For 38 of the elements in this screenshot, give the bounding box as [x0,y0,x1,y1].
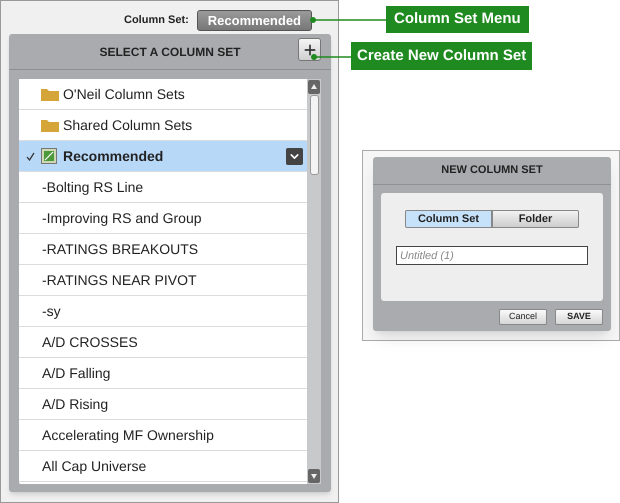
scrollbar[interactable] [307,79,321,484]
item-label: A/D CROSSES [42,332,138,352]
item-label: A/D Rising [42,394,108,414]
folder-icon [41,118,59,132]
item-label: -Improving RS and Group [42,208,202,228]
column-set-item[interactable]: Recommended [19,141,307,172]
scroll-up-icon[interactable] [308,80,320,94]
type-toggle-tab[interactable]: Column Set [405,210,492,228]
column-set-menu-button[interactable]: Recommended [196,10,312,31]
item-label: A/D Falling [42,364,110,383]
name-input-field[interactable]: Untitled (1) [396,246,588,265]
check-icon [26,152,34,160]
scroll-down-icon[interactable] [308,469,320,483]
item-label: -sy [42,302,61,321]
dropdown-title: SELECT A COLUMN SET [99,44,241,60]
item-label: -RATINGS NEAR PIVOT [42,270,197,290]
dialog-button[interactable]: SAVE [555,309,603,325]
item-label: Accelerating MF Ownership [42,426,214,445]
dialog-title: NEW COLUMN SET [441,163,543,178]
folder-icon [41,87,59,101]
dialog-button[interactable]: Cancel [499,309,547,325]
column-set-label: Column Set: [124,13,189,28]
type-toggle-tab[interactable]: Folder [492,210,579,228]
item-label: Recommended [63,146,164,166]
scroll-thumb[interactable] [310,95,318,175]
item-label: -Bolting RS Line [42,178,144,197]
item-options-button[interactable] [286,148,303,164]
column-set-icon [41,148,57,164]
item-label: All Cap Universe [42,456,146,476]
column-set-item[interactable]: O'Neil Column Sets [19,79,307,110]
item-label: O'Neil Column Sets [63,84,185,104]
callout-label: Create New Column Set [351,42,532,70]
leader-line [310,53,352,61]
plus-icon [302,42,318,58]
callout-label: Column Set Menu [386,6,529,33]
item-label: -RATINGS BREAKOUTS [42,240,198,258]
add-button[interactable] [298,38,321,61]
item-label: Shared Column Sets [63,116,192,134]
